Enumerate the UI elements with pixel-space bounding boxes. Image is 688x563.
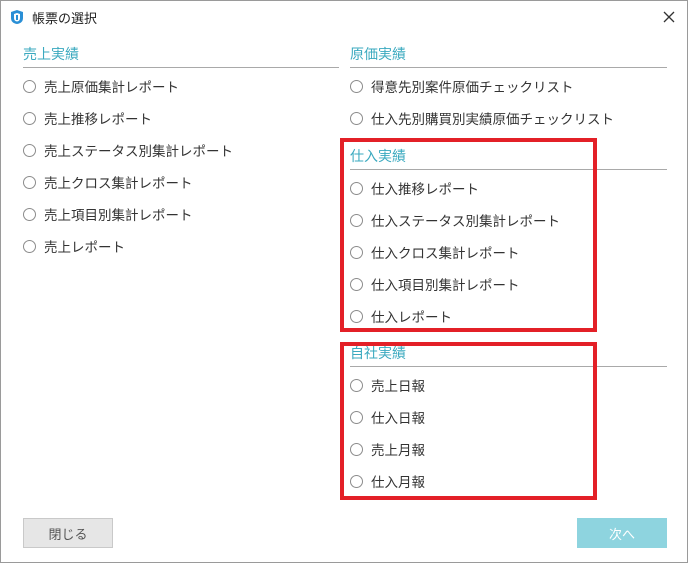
highlight-box-purchase bbox=[340, 138, 597, 332]
option-label: 売上原価集計レポート bbox=[44, 80, 179, 96]
option-label: 仕入先別購買別実績原価チェックリスト bbox=[371, 112, 614, 128]
section-header-sales: 売上実績 bbox=[23, 47, 79, 63]
option-label: 売上クロス集計レポート bbox=[44, 176, 193, 192]
radio-button[interactable] bbox=[350, 79, 363, 93]
report-selection-dialog: 帳票の選択 売上実績 売上原価集計レポート 売上推移レポート 売上ステータス別集… bbox=[0, 0, 688, 563]
app-logo-icon bbox=[11, 10, 23, 24]
radio-option-sales-cross-summary[interactable]: 売上クロス集計レポート bbox=[23, 171, 193, 193]
option-label: 売上推移レポート bbox=[44, 112, 152, 128]
section-divider-sales bbox=[23, 67, 339, 68]
section-header-cost: 原価実績 bbox=[350, 47, 406, 63]
radio-button[interactable] bbox=[350, 111, 363, 125]
radio-button[interactable] bbox=[23, 143, 36, 157]
close-icon bbox=[663, 11, 675, 23]
window-title: 帳票の選択 bbox=[32, 12, 98, 27]
title-bar: 帳票の選択 bbox=[1, 1, 687, 33]
radio-option-sales-trend[interactable]: 売上推移レポート bbox=[23, 107, 152, 129]
radio-button[interactable] bbox=[23, 207, 36, 221]
radio-option-customer-cost-checklist[interactable]: 得意先別案件原価チェックリスト bbox=[350, 75, 574, 97]
radio-option-sales-report[interactable]: 売上レポート bbox=[23, 235, 125, 257]
section-divider-cost bbox=[350, 67, 667, 68]
radio-button[interactable] bbox=[23, 175, 36, 189]
option-label: 得意先別案件原価チェックリスト bbox=[371, 80, 574, 96]
radio-option-supplier-cost-checklist[interactable]: 仕入先別購買別実績原価チェックリスト bbox=[350, 107, 614, 129]
radio-option-sales-item-summary[interactable]: 売上項目別集計レポート bbox=[23, 203, 193, 225]
option-label: 売上ステータス別集計レポート bbox=[44, 144, 233, 160]
next-button[interactable]: 次へ bbox=[577, 518, 667, 548]
close-button[interactable]: 閉じる bbox=[23, 518, 113, 548]
radio-button[interactable] bbox=[23, 79, 36, 93]
radio-option-sales-status-summary[interactable]: 売上ステータス別集計レポート bbox=[23, 139, 233, 161]
option-label: 売上レポート bbox=[44, 240, 125, 256]
radio-button[interactable] bbox=[23, 111, 36, 125]
radio-option-sales-cost-summary[interactable]: 売上原価集計レポート bbox=[23, 75, 179, 97]
highlight-box-company bbox=[340, 342, 597, 500]
radio-button[interactable] bbox=[23, 239, 36, 253]
window-close-button[interactable] bbox=[651, 1, 687, 33]
option-label: 売上項目別集計レポート bbox=[44, 208, 193, 224]
